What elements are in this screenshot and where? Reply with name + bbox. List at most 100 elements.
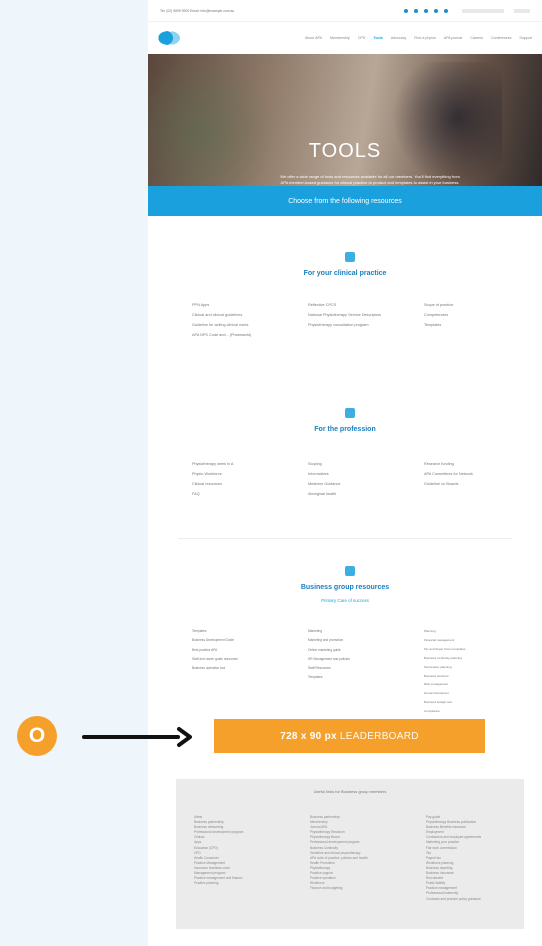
clinical-col1: PPN Apps Clinical and clinical guidelines… — [192, 303, 292, 343]
resource-link[interactable]: PPN Apps — [192, 303, 292, 308]
business-col1: Templates Business Development Guide Best … — [192, 629, 292, 676]
leaderboard-ad[interactable]: 728 x 90 px LEADERBOARD — [214, 719, 485, 753]
resource-link[interactable]: Scoping — [308, 462, 408, 467]
section-title-business: Business group resources — [300, 584, 390, 591]
resource-link[interactable]: Informatives — [308, 472, 408, 477]
resource-link[interactable]: Marketing and promotion — [308, 638, 408, 643]
nav-item[interactable]: Advocacy — [391, 36, 407, 40]
section-divider — [178, 538, 512, 539]
section-subtitle-business: Primary Care of success — [321, 598, 369, 603]
resource-link[interactable]: Succession planning — [424, 665, 534, 669]
section-title-clinical: For your clinical practice — [303, 270, 387, 277]
clinical-col3: Scope of practice Competencies Templates — [424, 303, 524, 333]
profession-col3: Research funding APA Committees for Netwo… — [424, 462, 534, 492]
clinical-col2: Reflective CPCS National Physiotherapy Se… — [308, 303, 408, 333]
resource-link[interactable]: APA Committees for Network — [424, 472, 534, 477]
resource-link[interactable]: Contracts and practice policy guidance — [426, 897, 522, 902]
nav-item[interactable]: About APA — [305, 36, 322, 40]
resource-link[interactable]: Financial management — [424, 638, 534, 642]
nav-item[interactable]: Tools — [373, 36, 382, 40]
resources-banner: Choose from the following resources — [148, 186, 542, 216]
resource-link[interactable]: Business budget tool — [424, 700, 534, 704]
clinical-icon — [345, 252, 355, 262]
resource-link[interactable]: Medicine Guidance — [308, 482, 408, 487]
resource-link[interactable]: Guideline for writing clinical notes — [192, 323, 292, 328]
business-col2: Marketing Marketing and promotion Online m… — [308, 629, 408, 686]
resource-link[interactable]: FAQ — [192, 492, 292, 497]
contact-text: Tel: (02) 9699 9900 Email: info@example.… — [160, 8, 235, 13]
top-bar: Tel: (02) 9699 9900 Email: info@example.… — [148, 0, 542, 22]
resource-link[interactable]: Tax and Super forms templates — [424, 647, 534, 651]
resource-link[interactable]: Reflective CPCS — [308, 303, 408, 308]
main-nav: About APA Membership CPD Tools Advocacy Find … — [228, 36, 532, 40]
nav-item[interactable]: Careers — [470, 36, 483, 40]
section-title-profession: For the profession — [314, 426, 376, 433]
resource-link[interactable]: Marketing — [308, 629, 408, 634]
resource-link[interactable]: Templates — [424, 323, 524, 328]
resource-link[interactable]: Best practice APA — [192, 648, 292, 653]
facebook-icon[interactable] — [404, 8, 408, 13]
instagram-icon[interactable] — [434, 8, 438, 13]
resource-link[interactable]: Physiotherapy consultation program — [308, 323, 408, 328]
useful-links-title: Useful links for Business group members — [313, 789, 387, 794]
login-link[interactable] — [514, 8, 530, 13]
resource-link[interactable]: Business Development Guide — [192, 638, 292, 643]
resource-link[interactable]: Online marketing guide — [308, 648, 408, 653]
resource-link[interactable]: Staff Resources — [308, 666, 408, 671]
logo-icon — [158, 31, 180, 45]
profession-col2: Scoping Informatives Medicine Guidance Abor… — [308, 462, 408, 502]
hero-description: We offer a wide range of tools and resou… — [280, 174, 460, 185]
nav-item[interactable]: Support — [519, 36, 532, 40]
resource-link[interactable]: Compliance — [424, 709, 534, 713]
arrow-right-icon — [177, 727, 192, 747]
resource-link[interactable]: HR Management and policies — [308, 657, 408, 662]
resource-link[interactable]: Templates — [192, 629, 292, 634]
useful-links-col1: Alerts Business partnership Business netwo… — [194, 815, 294, 886]
resource-link[interactable]: Research funding — [424, 462, 534, 467]
resource-link[interactable]: Guideline on Boards — [424, 482, 534, 487]
resource-link[interactable]: Templates — [308, 676, 408, 680]
leaderboard-label: LEADERBOARD — [339, 730, 419, 742]
resource-link[interactable]: National Physiotherapy Service Descripto… — [308, 313, 408, 318]
linkedin-icon[interactable] — [424, 8, 428, 13]
annotation-arrow-line — [82, 735, 180, 739]
nav-item[interactable]: CPD — [358, 36, 366, 40]
profession-icon — [345, 408, 355, 418]
search-input[interactable] — [462, 8, 504, 13]
resource-link[interactable]: Physio Workforce — [192, 472, 292, 477]
resource-link[interactable]: Business operation tool — [192, 666, 292, 671]
resource-link[interactable]: Business continuity planning — [424, 656, 534, 660]
business-icon — [345, 566, 355, 576]
resource-link[interactable]: Business structure — [424, 674, 534, 678]
nav-item[interactable]: Membership — [330, 36, 350, 40]
navbar: About APA Membership CPD Tools Advocacy Find … — [148, 22, 542, 54]
login-area — [462, 8, 530, 13]
resource-link[interactable]: Human Resources — [424, 691, 534, 695]
hero-title: TOOLS — [308, 140, 382, 162]
hero-banner: TOOLS We offer a wide range of tools and… — [148, 54, 542, 186]
resource-link[interactable]: Finance and budgeting — [310, 886, 410, 891]
nav-item[interactable]: Find a physio — [414, 36, 435, 40]
profession-col1: Physiotherapy week in A Physio Workforce C… — [192, 462, 292, 502]
nav-item[interactable]: Conferences — [491, 36, 511, 40]
logo[interactable] — [158, 31, 228, 45]
resource-link[interactable]: Physiotherapy week in A — [192, 462, 292, 467]
resource-link[interactable]: Aboriginal health — [308, 492, 408, 497]
twitter-icon[interactable] — [414, 8, 418, 13]
nav-item[interactable]: APA journal — [444, 36, 463, 40]
youtube-icon[interactable] — [444, 8, 448, 13]
resource-link[interactable]: Planning — [424, 629, 534, 633]
annotation-marker: O — [17, 716, 57, 756]
leaderboard-size: 728 x 90 px — [280, 730, 337, 742]
resource-link[interactable]: Practice planning — [194, 881, 294, 886]
useful-links-col2: Business partnership Membership Journal AP… — [310, 815, 410, 891]
resource-link[interactable]: APA NPS Code and... (Pharmacist) — [192, 333, 292, 338]
resource-link[interactable]: Risk management — [424, 683, 534, 687]
resource-link[interactable]: Competencies — [424, 313, 524, 318]
useful-links-col3: Pay guide Physiotherapy Business publicat… — [426, 815, 522, 902]
resource-link[interactable]: Clinical and clinical guidelines — [192, 313, 292, 318]
social-links — [404, 8, 448, 13]
resource-link[interactable]: Scope of practice — [424, 303, 524, 308]
resource-link[interactable]: Clinical resources — [192, 482, 292, 487]
resource-link[interactable]: Staff and owner guide resources — [192, 657, 292, 662]
